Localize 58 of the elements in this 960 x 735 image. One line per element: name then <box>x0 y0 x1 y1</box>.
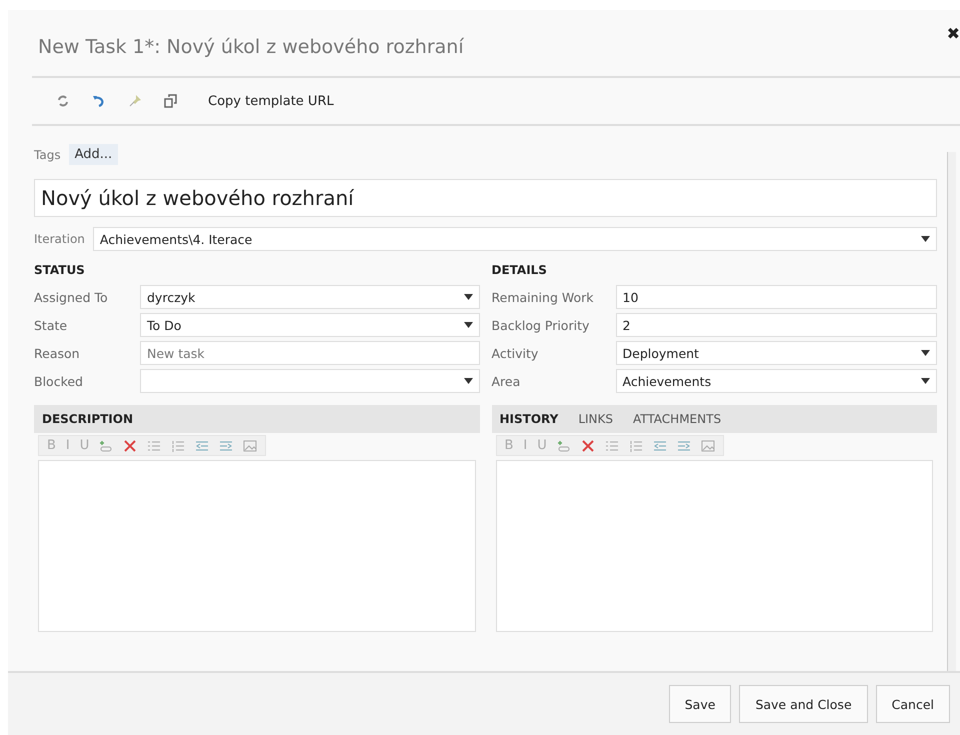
tags-label: Tags <box>34 148 61 162</box>
delete-icon[interactable] <box>580 438 595 452</box>
refresh-icon[interactable] <box>56 94 70 108</box>
bullet-list-icon[interactable] <box>147 438 162 452</box>
panel-title: DESCRIPTION <box>42 412 134 426</box>
field-label: Assigned To <box>34 290 109 304</box>
indent-icon[interactable] <box>219 438 234 452</box>
caret-icon <box>921 350 930 356</box>
outdent-icon[interactable] <box>195 438 210 452</box>
outdent-icon[interactable] <box>652 438 667 452</box>
section-heading: DETAILS <box>492 263 548 277</box>
dropdown-field[interactable] <box>140 369 480 393</box>
field-label: Activity <box>492 346 540 360</box>
dropdown-field[interactable]: Achievements\4. Iterace <box>92 227 937 251</box>
input-field[interactable]: New task <box>140 341 480 365</box>
caret-icon <box>464 322 472 328</box>
caret-icon <box>464 378 472 384</box>
pin-icon[interactable] <box>128 94 142 108</box>
scrollbar[interactable] <box>947 152 956 671</box>
tab[interactable]: HISTORY <box>500 412 558 426</box>
dialog-button[interactable]: Save <box>668 685 732 723</box>
image-icon[interactable] <box>243 438 258 452</box>
input-field[interactable]: 10 <box>616 285 937 309</box>
input-field[interactable]: 2 <box>616 313 937 337</box>
dropdown-field[interactable]: dyrczyk <box>140 285 480 309</box>
dialog-title: New Task 1*: Nový úkol z webového rozhraní <box>38 36 464 58</box>
indent-icon[interactable] <box>676 438 691 452</box>
close-button[interactable]: ✖ <box>946 24 960 43</box>
section-heading: STATUS <box>34 263 86 277</box>
tab[interactable]: ATTACHMENTS <box>633 412 722 426</box>
numbered-list-icon[interactable] <box>171 438 186 452</box>
field-label: Iteration <box>34 232 85 246</box>
caret-icon <box>921 378 930 384</box>
dropdown-field[interactable]: Deployment <box>616 341 937 365</box>
field-label: Blocked <box>34 374 84 388</box>
copy-template-url-button[interactable]: Copy template URL <box>208 94 334 108</box>
field-label: Backlog Priority <box>492 318 590 332</box>
bullet-list-icon[interactable] <box>604 438 619 452</box>
add-tag-button[interactable]: Add... <box>68 144 118 165</box>
undo-icon[interactable] <box>92 94 106 108</box>
field-label: Reason <box>34 346 81 360</box>
dialog-button[interactable]: Save and Close <box>739 685 868 723</box>
copy-icon[interactable] <box>164 94 178 108</box>
delete-icon[interactable] <box>123 438 138 452</box>
link-icon[interactable] <box>556 438 571 452</box>
title-field[interactable]: Nový úkol z webového rozhraní <box>34 179 937 217</box>
image-icon[interactable] <box>700 438 715 452</box>
dropdown-field[interactable]: Achievements <box>616 369 937 393</box>
dialog-button[interactable]: Cancel <box>876 685 950 723</box>
link-icon[interactable] <box>99 438 114 452</box>
caret-icon <box>464 294 472 300</box>
field-label: State <box>34 318 68 332</box>
field-label: Area <box>492 374 522 388</box>
dropdown-field[interactable]: To Do <box>140 313 480 337</box>
caret-icon <box>921 236 930 242</box>
tab[interactable]: LINKS <box>578 412 613 426</box>
field-label: Remaining Work <box>492 290 595 304</box>
numbered-list-icon[interactable] <box>628 438 643 452</box>
